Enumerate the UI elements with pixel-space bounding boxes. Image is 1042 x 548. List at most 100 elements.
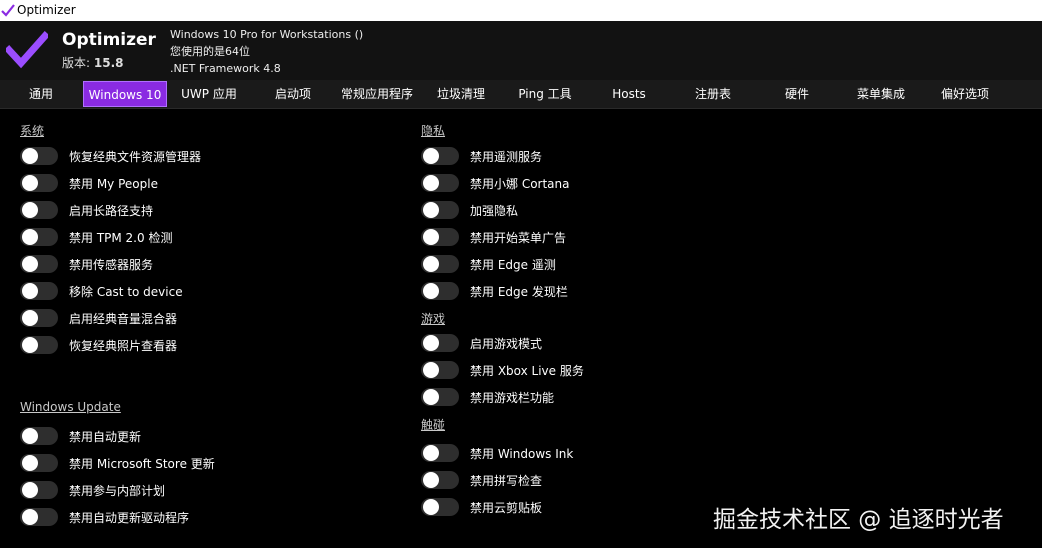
- section-title-gaming: 游戏: [421, 312, 446, 326]
- option-label: 启用经典音量混合器: [69, 312, 178, 326]
- toggle-switch[interactable]: [20, 336, 58, 354]
- toggle-switch[interactable]: [421, 471, 459, 489]
- toggle-knob: [423, 389, 439, 405]
- toggle-knob: [22, 509, 38, 525]
- tab-preferences[interactable]: 偏好选项: [923, 81, 1007, 107]
- tab-hosts[interactable]: Hosts: [587, 81, 671, 107]
- toggle-knob: [22, 455, 38, 471]
- toggle-knob: [423, 229, 439, 245]
- toggle-switch[interactable]: [20, 481, 58, 499]
- system-info: Windows 10 Pro for Workstations () 您使用的是…: [170, 26, 363, 77]
- framework-version: .NET Framework 4.8: [170, 62, 281, 75]
- toggle-switch[interactable]: [20, 228, 58, 246]
- toggle-switch[interactable]: [20, 201, 58, 219]
- toggle-switch[interactable]: [421, 498, 459, 516]
- toggle-switch[interactable]: [421, 282, 459, 300]
- window-title: Optimizer: [17, 3, 76, 17]
- tab-registry[interactable]: 注册表: [671, 81, 755, 107]
- toggle-switch[interactable]: [20, 174, 58, 192]
- windows10-panel: 系统 恢复经典文件资源管理器 禁用 My People 启用长路径支持 禁用 T…: [0, 109, 1042, 548]
- section-title-windows-update: Windows Update: [20, 400, 121, 414]
- option-label: 禁用参与内部计划: [69, 484, 166, 498]
- option-label: 禁用 My People: [69, 177, 158, 191]
- option-label: 禁用游戏栏功能: [470, 391, 555, 405]
- option-label: 恢复经典照片查看器: [69, 339, 178, 353]
- option-label: 禁用 Xbox Live 服务: [470, 364, 584, 378]
- toggle-switch[interactable]: [421, 255, 459, 273]
- option-label: 禁用开始菜单广告: [470, 231, 567, 245]
- toggle-knob: [22, 229, 38, 245]
- toggle-switch[interactable]: [20, 282, 58, 300]
- tab-startup[interactable]: 启动项: [251, 81, 335, 107]
- toggle-knob: [423, 148, 439, 164]
- option-label: 启用长路径支持: [69, 204, 154, 218]
- app-logo-check-icon: [6, 31, 48, 69]
- option-label: 恢复经典文件资源管理器: [69, 150, 202, 164]
- toggle-knob: [423, 472, 439, 488]
- toggle-switch[interactable]: [421, 228, 459, 246]
- toggle-switch[interactable]: [20, 309, 58, 327]
- toggle-knob: [423, 256, 439, 272]
- toggle-knob: [423, 283, 439, 299]
- section-title-privacy: 隐私: [421, 124, 446, 138]
- tab-uwp-apps[interactable]: UWP 应用: [167, 81, 251, 107]
- option-label: 禁用 Microsoft Store 更新: [69, 457, 215, 471]
- toggle-switch[interactable]: [20, 255, 58, 273]
- toggle-knob: [22, 148, 38, 164]
- toggle-switch[interactable]: [20, 454, 58, 472]
- tab-common-apps[interactable]: 常规应用程序: [335, 81, 419, 107]
- app-header: Optimizer 版本: 15.8 Windows 10 Pro for Wo…: [0, 21, 1042, 80]
- version-prefix: 版本:: [62, 56, 91, 70]
- toggle-switch[interactable]: [421, 361, 459, 379]
- option-label: 禁用遥测服务: [470, 150, 543, 164]
- option-label: 禁用拼写检查: [470, 474, 543, 488]
- option-label: 禁用自动更新驱动程序: [69, 511, 190, 525]
- option-label: 移除 Cast to device: [69, 285, 183, 299]
- tab-hardware[interactable]: 硬件: [755, 81, 839, 107]
- tab-windows-10[interactable]: Windows 10: [83, 81, 167, 107]
- option-label: 加强隐私: [470, 204, 519, 218]
- option-label: 禁用 Edge 遥测: [470, 258, 556, 272]
- option-label: 禁用小娜 Cortana: [470, 177, 570, 191]
- toggle-switch[interactable]: [421, 334, 459, 352]
- toggle-knob: [423, 335, 439, 351]
- toggle-knob: [423, 362, 439, 378]
- option-label: 禁用自动更新: [69, 430, 142, 444]
- os-name: Windows 10 Pro for Workstations (): [170, 28, 364, 41]
- toggle-knob: [22, 310, 38, 326]
- section-title-touch: 触碰: [421, 418, 446, 432]
- tab-general[interactable]: 通用: [0, 81, 82, 107]
- toggle-switch[interactable]: [421, 201, 459, 219]
- option-label: 禁用传感器服务: [69, 258, 154, 272]
- app-name: Optimizer: [62, 30, 156, 50]
- toggle-switch[interactable]: [421, 444, 459, 462]
- toggle-knob: [22, 202, 38, 218]
- toggle-knob: [22, 175, 38, 191]
- toggle-switch[interactable]: [20, 427, 58, 445]
- toggle-knob: [22, 283, 38, 299]
- toggle-knob: [423, 445, 439, 461]
- option-label: 启用游戏模式: [470, 337, 543, 351]
- tab-menu-integration[interactable]: 菜单集成: [839, 81, 923, 107]
- toggle-switch[interactable]: [20, 147, 58, 165]
- toggle-knob: [423, 175, 439, 191]
- toggle-knob: [22, 337, 38, 353]
- tab-ping-tool[interactable]: Ping 工具: [503, 81, 587, 107]
- toggle-switch[interactable]: [421, 147, 459, 165]
- toggle-knob: [22, 428, 38, 444]
- toggle-switch[interactable]: [421, 388, 459, 406]
- version-label: 版本: 15.8: [62, 54, 123, 71]
- toggle-knob: [22, 256, 38, 272]
- architecture: 您使用的是64位: [170, 45, 250, 58]
- tab-bar: 通用 Windows 10 UWP 应用 启动项 常规应用程序 垃圾清理 Pin…: [0, 80, 1042, 109]
- toggle-knob: [22, 482, 38, 498]
- toggle-switch[interactable]: [421, 174, 459, 192]
- section-title-system: 系统: [20, 124, 45, 138]
- option-label: 禁用云剪贴板: [470, 501, 543, 515]
- watermark-text: 掘金技术社区 @ 追逐时光者: [713, 507, 1004, 533]
- version-number: 15.8: [93, 56, 124, 70]
- toggle-knob: [423, 202, 439, 218]
- toggle-switch[interactable]: [20, 508, 58, 526]
- app-check-icon: [1, 4, 15, 17]
- tab-cleanup[interactable]: 垃圾清理: [419, 81, 503, 107]
